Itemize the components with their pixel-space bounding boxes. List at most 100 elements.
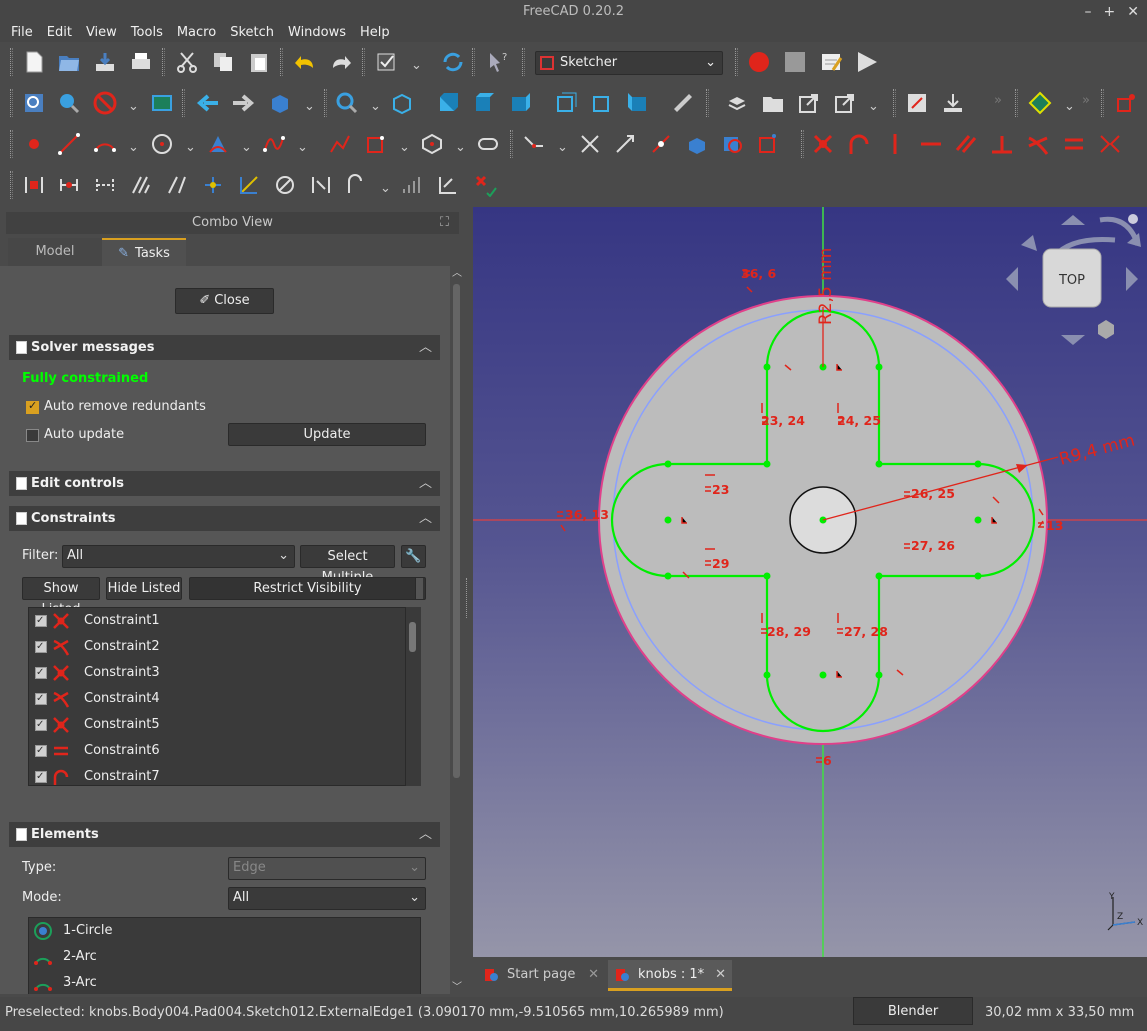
constraint-label[interactable]: 29 (712, 556, 729, 571)
dropdown-arrow-icon[interactable]: ⌄ (128, 99, 139, 114)
constraint-snell-icon[interactable] (309, 173, 333, 197)
sketch-grid-snap-icon[interactable] (1114, 91, 1138, 115)
maximize-button[interactable]: + (1104, 0, 1116, 24)
constraint-label[interactable]: 23 (712, 482, 729, 497)
view-isometric-icon[interactable] (335, 91, 359, 115)
dropdown-arrow-icon[interactable]: ⌄ (304, 99, 315, 114)
view-fit-all-icon[interactable] (22, 91, 46, 115)
menu-windows[interactable]: Windows (281, 24, 353, 44)
constraint-vertical-icon[interactable] (883, 132, 907, 156)
recompute-icon[interactable] (441, 50, 465, 74)
scroll-down-icon[interactable]: ﹀ (452, 978, 462, 993)
constraint-row[interactable]: Constraint4 (29, 686, 420, 712)
copy-icon[interactable] (211, 50, 235, 74)
close-window-button[interactable]: ✕ (1127, 0, 1139, 24)
new-document-icon[interactable] (22, 50, 46, 74)
dropdown-arrow-icon[interactable]: ⌄ (1064, 99, 1075, 114)
view-front-icon[interactable] (436, 91, 460, 115)
map-sketch-icon[interactable] (941, 91, 965, 115)
menu-file[interactable]: File (4, 24, 40, 44)
task-panel-scrollbar[interactable]: ︿ ﹀ (452, 266, 462, 993)
sketch-line-icon[interactable] (57, 132, 81, 156)
sketch-carbon-copy-icon[interactable] (721, 132, 745, 156)
constraint-vertical-distance-icon[interactable] (129, 173, 153, 197)
constraint-visibility-checkbox[interactable] (35, 634, 47, 660)
sketch-external-icon[interactable] (685, 132, 709, 156)
sketch-bspline-icon[interactable] (262, 132, 286, 156)
filter-select[interactable]: All ⌄ (62, 545, 295, 568)
sketch-point-icon[interactable] (22, 132, 46, 156)
refresh-check-icon[interactable] (375, 50, 399, 74)
constraint-label[interactable]: 23, 24 (761, 413, 805, 428)
dropdown-arrow-icon[interactable]: ⌄ (380, 181, 391, 196)
constraint-symmetric-icon[interactable] (1098, 132, 1122, 156)
constraint-row[interactable]: Constraint5 (29, 712, 420, 738)
constraint-label[interactable]: 36, 13 (565, 507, 609, 522)
dropdown-arrow-icon[interactable]: ⌄ (185, 140, 196, 155)
nav-left-arrow[interactable] (1006, 267, 1018, 291)
draw-style-icon[interactable] (93, 91, 117, 115)
menu-sketch[interactable]: Sketch (223, 24, 281, 44)
macro-execute-icon[interactable] (855, 50, 879, 74)
constraint-row[interactable]: Constraint3 (29, 660, 420, 686)
menu-help[interactable]: Help (353, 24, 397, 44)
std-view-box-icon[interactable] (268, 91, 292, 115)
constraint-distance-icon[interactable] (165, 173, 189, 197)
constraint-angle-icon[interactable] (273, 173, 297, 197)
auto-update-checkbox[interactable] (26, 429, 39, 442)
constraint-visibility-checkbox[interactable] (35, 712, 47, 738)
edit-controls-header[interactable]: Edit controls ︿ (9, 471, 440, 496)
whats-this-icon[interactable]: ? (486, 50, 510, 74)
sketch-polyline-icon[interactable] (328, 132, 352, 156)
cut-icon[interactable] (175, 50, 199, 74)
constraints-scrollbar-thumb[interactable] (409, 622, 416, 652)
element-row[interactable]: 3-Arc (29, 970, 420, 994)
toolbar-overflow-icon[interactable]: » (1082, 93, 1090, 108)
nav-right-arrow[interactable] (1126, 267, 1138, 291)
update-button[interactable]: Update (228, 423, 426, 446)
solver-messages-header[interactable]: Solver messages ︿ (9, 335, 440, 360)
menu-edit[interactable]: Edit (40, 24, 79, 44)
radius-large-label[interactable]: R9,4 mm (1057, 430, 1137, 469)
constraints-header[interactable]: Constraints ︿ (9, 506, 440, 531)
element-row[interactable]: 1-Circle (29, 918, 420, 944)
chevron-up-icon[interactable]: ︿ (419, 506, 432, 531)
constraint-radius-icon[interactable] (201, 173, 225, 197)
redo-icon[interactable] (329, 50, 353, 74)
settings-wrench-button[interactable]: 🔧 (401, 545, 426, 568)
view-bottom-icon[interactable] (590, 91, 614, 115)
sketch-arc-icon[interactable] (93, 132, 117, 156)
paste-icon[interactable] (247, 50, 271, 74)
close-button[interactable]: ✐ Close (175, 288, 274, 314)
view-left-icon[interactable] (626, 91, 650, 115)
nav-back-icon[interactable] (196, 91, 220, 115)
constraint-row[interactable]: Constraint6 (29, 738, 420, 764)
chevron-up-icon[interactable]: ︿ (419, 471, 432, 496)
sketch-rectangle-icon[interactable] (364, 132, 388, 156)
print-icon[interactable] (129, 50, 153, 74)
minimize-button[interactable]: – (1085, 0, 1092, 24)
constraint-visibility-checkbox[interactable] (35, 764, 47, 785)
toggle-active-icon[interactable] (436, 173, 460, 197)
constraint-row[interactable]: Constraint7 (29, 764, 420, 785)
nav-up-arrow[interactable] (1061, 215, 1085, 225)
element-row[interactable]: 2-Arc (29, 944, 420, 970)
constraint-label[interactable]: 27, 28 (844, 624, 888, 639)
constraint-diameter-icon[interactable] (237, 173, 261, 197)
delete-constraint-icon[interactable] (473, 173, 497, 197)
constraint-block-icon[interactable] (57, 173, 81, 197)
navigation-style-button[interactable]: Blender (853, 997, 973, 1025)
constraint-visibility-checkbox[interactable] (35, 660, 47, 686)
bounding-box-icon[interactable] (150, 91, 174, 115)
create-sketch-icon[interactable] (905, 91, 929, 115)
nav-view-menu-icon[interactable] (1098, 320, 1114, 339)
dropdown-arrow-icon[interactable]: ⌄ (399, 140, 410, 155)
constraint-label[interactable]: 13 (1046, 518, 1063, 533)
sketch-circle-icon[interactable] (150, 132, 174, 156)
close-tab-icon[interactable]: ✕ (715, 960, 726, 990)
auto-remove-redundants-checkbox[interactable] (26, 399, 39, 414)
sketch-construction-icon[interactable] (756, 132, 780, 156)
constraint-label[interactable]: 28, 29 (767, 624, 811, 639)
toggle-driving-icon[interactable] (400, 173, 424, 197)
undo-icon[interactable] (293, 50, 317, 74)
